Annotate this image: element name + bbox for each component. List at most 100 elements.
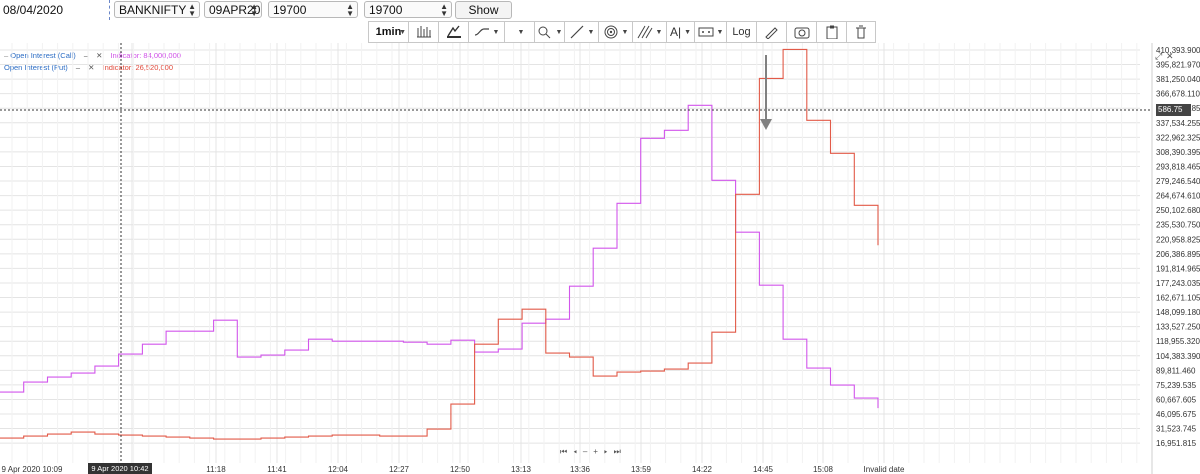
nav-zoom-out-icon[interactable]: – — [583, 447, 593, 456]
y-tick-label: 206,386.895 — [1156, 250, 1200, 259]
line-style-button[interactable]: ▼ — [468, 21, 504, 43]
dropdown-arrow-icon: ▼ — [621, 28, 629, 36]
x-tick-label: 11:18 — [206, 465, 226, 474]
y-tick-label: 279,246.540 — [1156, 177, 1200, 186]
clipboard-button[interactable] — [816, 21, 846, 43]
zoom-icon — [538, 26, 550, 39]
x-tick-label: 12:27 — [389, 465, 410, 474]
pitchfork-icon — [637, 25, 652, 39]
chart-app: { "controls": { "date": "08/04/2020", "s… — [0, 0, 1200, 474]
x-tick-label: 13:13 — [511, 465, 532, 474]
x-tick-label: 14:22 — [692, 465, 713, 474]
y-tick-label: 162,671.105 — [1156, 294, 1200, 303]
chevron-updown-icon: ▲ ▼ — [346, 2, 354, 18]
date-field[interactable]: 08/04/2020 — [0, 0, 110, 20]
annotation-arrow-head — [760, 119, 772, 130]
y-tick-label: 16,951.815 — [1156, 439, 1197, 448]
box-button[interactable]: ▼ — [694, 21, 726, 43]
text-icon: A| — [669, 25, 682, 39]
y-tick-label: 191,814.965 — [1156, 264, 1200, 273]
zoom-button[interactable]: ▼ — [534, 21, 564, 43]
y-tick-label: 177,243.035 — [1156, 279, 1200, 288]
text-button[interactable]: A| ▼ — [666, 21, 694, 43]
delete-button[interactable] — [846, 21, 876, 43]
y-tick-label: 60,667.605 — [1156, 395, 1197, 404]
y-tick-label: 395,821.970 — [1156, 61, 1200, 70]
show-chart-button[interactable]: Show Chart — [455, 1, 512, 33]
chart-type-button[interactable] — [408, 21, 438, 43]
y-tick-label: 89,811.460 — [1156, 366, 1196, 375]
strike-select-1[interactable]: 19700 ▲ ▼ — [268, 1, 358, 18]
y-tick-label: 46,095.675 — [1156, 410, 1197, 419]
nav-zoom-in-icon[interactable]: + — [593, 447, 604, 456]
pitchfork-button[interactable]: ▼ — [632, 21, 666, 43]
camera-icon — [794, 27, 809, 39]
x-tick-label: 12:50 — [450, 465, 471, 474]
dropdown-arrow-icon: ▼ — [555, 28, 563, 36]
x-tick-label: 13:59 — [631, 465, 652, 474]
dropdown-arrow-icon: ▼ — [716, 28, 724, 36]
nav-prev-icon[interactable]: ◂ — [573, 447, 583, 456]
y-tick-label: 264,674.610 — [1156, 192, 1200, 201]
y-tick-label: 337,534.255 — [1156, 119, 1200, 128]
dropdown-arrow-icon: ▼ — [655, 28, 663, 36]
fib-button[interactable]: ▼ — [598, 21, 632, 43]
nav-first-icon[interactable]: ⏮ — [560, 447, 573, 456]
bar-chart-icon — [416, 26, 431, 38]
box-icon — [698, 27, 714, 37]
x-tick-label: 14:45 — [753, 465, 774, 474]
y-tick-label: 133,527.250 — [1156, 323, 1200, 332]
studies-icon — [446, 25, 461, 38]
nav-last-icon[interactable]: ⏭ — [614, 447, 627, 456]
x-tick-label: 11:41 — [267, 465, 287, 474]
fib-icon — [604, 25, 618, 39]
symbol-select-value: BANKNIFTY — [119, 3, 187, 17]
line-style-icon — [474, 28, 489, 36]
x-tick-label: Invalid date — [864, 465, 905, 474]
chart-grid — [0, 43, 1140, 463]
y-tick-label: 322,962.325 — [1156, 133, 1200, 142]
y-tick-label: 31,523.745 — [1156, 425, 1197, 434]
dropdown-arrow-icon: ▼ — [492, 28, 500, 36]
chart-canvas[interactable]: 410,393.900 395,821.970 381,250.040 366,678… — [0, 43, 1200, 474]
y-tick-label: 308,390.395 — [1156, 148, 1200, 157]
chart-toolbar: 1min ▼ ▼ ▼ ▼ ▼ ▼ ▼ A| ▼ ▼ Log — [368, 21, 876, 43]
x-tick-label: 9 Apr 2020 10:09 — [2, 465, 63, 474]
y-tick-label: 250,102.680 — [1156, 206, 1200, 215]
log-toggle[interactable]: Log — [726, 21, 756, 43]
y-tick-label: 75,239.535 — [1156, 381, 1197, 390]
trash-icon — [856, 25, 866, 39]
chart-navigation[interactable]: ⏮◂–+▸⏭ — [560, 447, 627, 457]
x-tick-label: 13:36 — [570, 465, 591, 474]
expiry-select[interactable]: 09APR20 ▲ ▼ — [204, 1, 262, 18]
strike-select-1-value: 19700 — [273, 3, 307, 17]
trend-line-icon — [570, 25, 583, 39]
y-tick-label: 381,250.040 — [1156, 75, 1200, 84]
dropdown-arrow-icon: ▼ — [517, 28, 525, 36]
pencil-icon — [764, 27, 778, 39]
interval-dropdown[interactable]: 1min ▼ — [368, 21, 408, 43]
y-tick-label: 148,099.180 — [1156, 308, 1200, 317]
chevron-updown-icon: ▲ ▼ — [440, 2, 448, 18]
symbol-select[interactable]: BANKNIFTY ▲ ▼ — [114, 1, 200, 18]
dropdown-arrow-icon: ▼ — [684, 28, 692, 36]
y-tick-label: 118,955.320 — [1156, 337, 1200, 346]
draw-button[interactable] — [756, 21, 786, 43]
strike-select-2-value: 19700 — [369, 3, 403, 17]
nav-next-icon[interactable]: ▸ — [604, 447, 614, 456]
y-tick-label: 220,958.825 — [1156, 235, 1200, 244]
studies-button[interactable] — [438, 21, 468, 43]
chevron-updown-icon: ▲ ▼ — [250, 2, 258, 18]
interval-label: 1min — [375, 26, 402, 38]
options-dropdown[interactable]: ▼ — [504, 21, 534, 43]
dropdown-arrow-icon: ▼ — [587, 28, 595, 36]
y-tick-label: 366,678.110 — [1156, 90, 1200, 99]
dropdown-arrow-icon: ▼ — [399, 28, 406, 36]
snapshot-button[interactable] — [786, 21, 816, 43]
strike-select-2[interactable]: 19700 ▲ ▼ — [364, 1, 452, 18]
chart-overlay — [0, 43, 1152, 463]
y-tick-label: 235,530.750 — [1156, 221, 1200, 230]
trend-line-button[interactable]: ▼ — [564, 21, 598, 43]
y-tick-label: 293,818.465 — [1156, 162, 1200, 171]
x-tick-label: 15:08 — [813, 465, 834, 474]
